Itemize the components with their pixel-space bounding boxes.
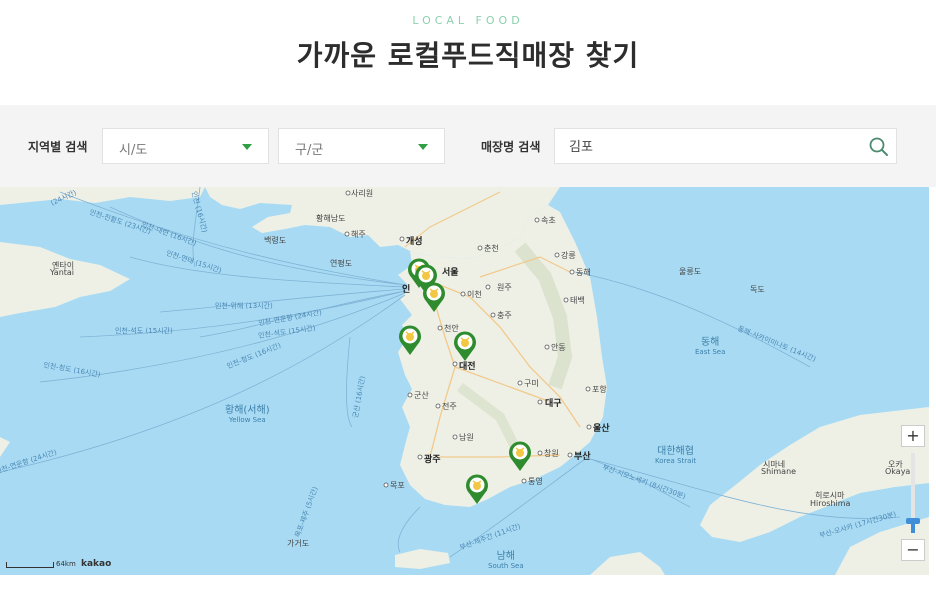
store-marker[interactable] bbox=[464, 473, 490, 505]
kakao-logo[interactable]: kakao bbox=[81, 559, 111, 569]
route-label: 인천-석도 (15시간) bbox=[115, 327, 173, 335]
map-sea-south: 남해 South Sea bbox=[488, 551, 524, 570]
map-label-taebaek: 태백 bbox=[570, 296, 585, 305]
map-sea-strait: 대한해협 Korea Strait bbox=[655, 446, 697, 465]
store-marker[interactable] bbox=[397, 324, 423, 356]
chevron-down-icon bbox=[242, 144, 252, 150]
map-label-hwanghaenamdo: 황해남도 bbox=[316, 214, 346, 223]
map-base bbox=[0, 187, 929, 575]
map-label-sariwon: 사리원 bbox=[351, 189, 374, 198]
section-eyebrow: LOCAL FOOD bbox=[412, 14, 524, 27]
zoom-in-button[interactable]: + bbox=[901, 425, 925, 447]
map-label-wonju: 원주 bbox=[497, 283, 512, 292]
map-scale-bar bbox=[6, 562, 54, 568]
zoom-control: + − bbox=[901, 425, 925, 561]
map-label-dokdo: 독도 bbox=[750, 285, 765, 294]
map-label-hiroshima-en: Hiroshima bbox=[810, 499, 851, 508]
sido-select[interactable]: 시/도 bbox=[102, 128, 269, 164]
store-search-input[interactable] bbox=[569, 138, 859, 153]
page-title: 가까운 로컬푸드직매장 찾기 bbox=[296, 39, 640, 72]
map-label-namwon: 남원 bbox=[459, 433, 474, 442]
store-marker[interactable] bbox=[421, 281, 447, 313]
map-scale-label: 64km bbox=[56, 560, 76, 568]
map-label-icheon: 이천 bbox=[467, 290, 482, 299]
map-label-donghae: 동해 bbox=[576, 268, 591, 277]
route-label: 인천-위해 (13시간) bbox=[215, 302, 273, 310]
map-label-yantai-en: Yantai bbox=[50, 268, 75, 277]
search-icon[interactable] bbox=[868, 136, 890, 158]
map-label-gwangju: 광주 bbox=[424, 455, 441, 465]
map-label-gangneung: 강릉 bbox=[561, 251, 576, 260]
map-label-chuncheon: 춘천 bbox=[484, 244, 499, 253]
map-label-yeonpyeong: 연평도 bbox=[330, 259, 353, 268]
store-marker[interactable] bbox=[507, 440, 533, 472]
map-label-tongyeong: 통영 bbox=[528, 477, 543, 486]
map-label-jeonju: 전주 bbox=[442, 402, 457, 411]
gugun-select-value: 구/군 bbox=[295, 143, 324, 158]
map-sea-east: 동해 East Sea bbox=[695, 337, 726, 356]
map-label-chungju: 충주 bbox=[497, 311, 512, 320]
map-label-ulleungdo: 울릉도 bbox=[679, 267, 702, 276]
map-label-gumi: 구미 bbox=[524, 379, 539, 388]
map-label-ulsan: 울산 bbox=[593, 424, 610, 434]
sido-select-value: 시/도 bbox=[119, 143, 148, 158]
search-bar: 지역별 검색 시/도 구/군 매장명 검색 bbox=[0, 105, 936, 187]
map-label-baengnyeong: 백령도 bbox=[264, 236, 287, 245]
map-label-busan: 부산 bbox=[574, 452, 591, 462]
map-label-seoul: 서울 bbox=[442, 268, 459, 278]
map-label-pohang: 포항 bbox=[592, 385, 607, 394]
map-label-andong: 안동 bbox=[551, 343, 566, 352]
region-search-label: 지역별 검색 bbox=[28, 140, 88, 154]
map-label-gaeseong: 개성 bbox=[406, 237, 423, 247]
zoom-out-button[interactable]: − bbox=[901, 539, 925, 561]
store-marker[interactable] bbox=[452, 330, 478, 362]
map-label-mokpo: 목포 bbox=[390, 481, 405, 490]
zoom-slider-handle[interactable] bbox=[906, 518, 920, 524]
map-label-haeju: 해주 bbox=[351, 230, 366, 239]
map-label-gageodo: 가거도 bbox=[287, 539, 310, 548]
map-label-gunsan: 군산 bbox=[414, 391, 429, 400]
map-label-changwon: 창원 bbox=[544, 449, 559, 458]
map-label-daegu: 대구 bbox=[545, 399, 562, 409]
store-map[interactable]: 사리원 황해남도 해주 개성 백령도 연평도 춘천 속초 강릉 동해 울릉도 독… bbox=[0, 187, 929, 575]
store-search-field[interactable] bbox=[554, 128, 897, 164]
map-label-sokcho: 속초 bbox=[541, 216, 556, 225]
page-header: LOCAL FOOD 가까운 로컬푸드직매장 찾기 bbox=[0, 0, 936, 105]
gugun-select[interactable]: 구/군 bbox=[278, 128, 445, 164]
chevron-down-icon bbox=[418, 144, 428, 150]
map-sea-yellow: 황해(서해) Yellow Sea bbox=[225, 405, 270, 424]
store-search-label: 매장명 검색 bbox=[481, 140, 541, 154]
map-label-shimane-en: Shimane bbox=[761, 467, 797, 476]
